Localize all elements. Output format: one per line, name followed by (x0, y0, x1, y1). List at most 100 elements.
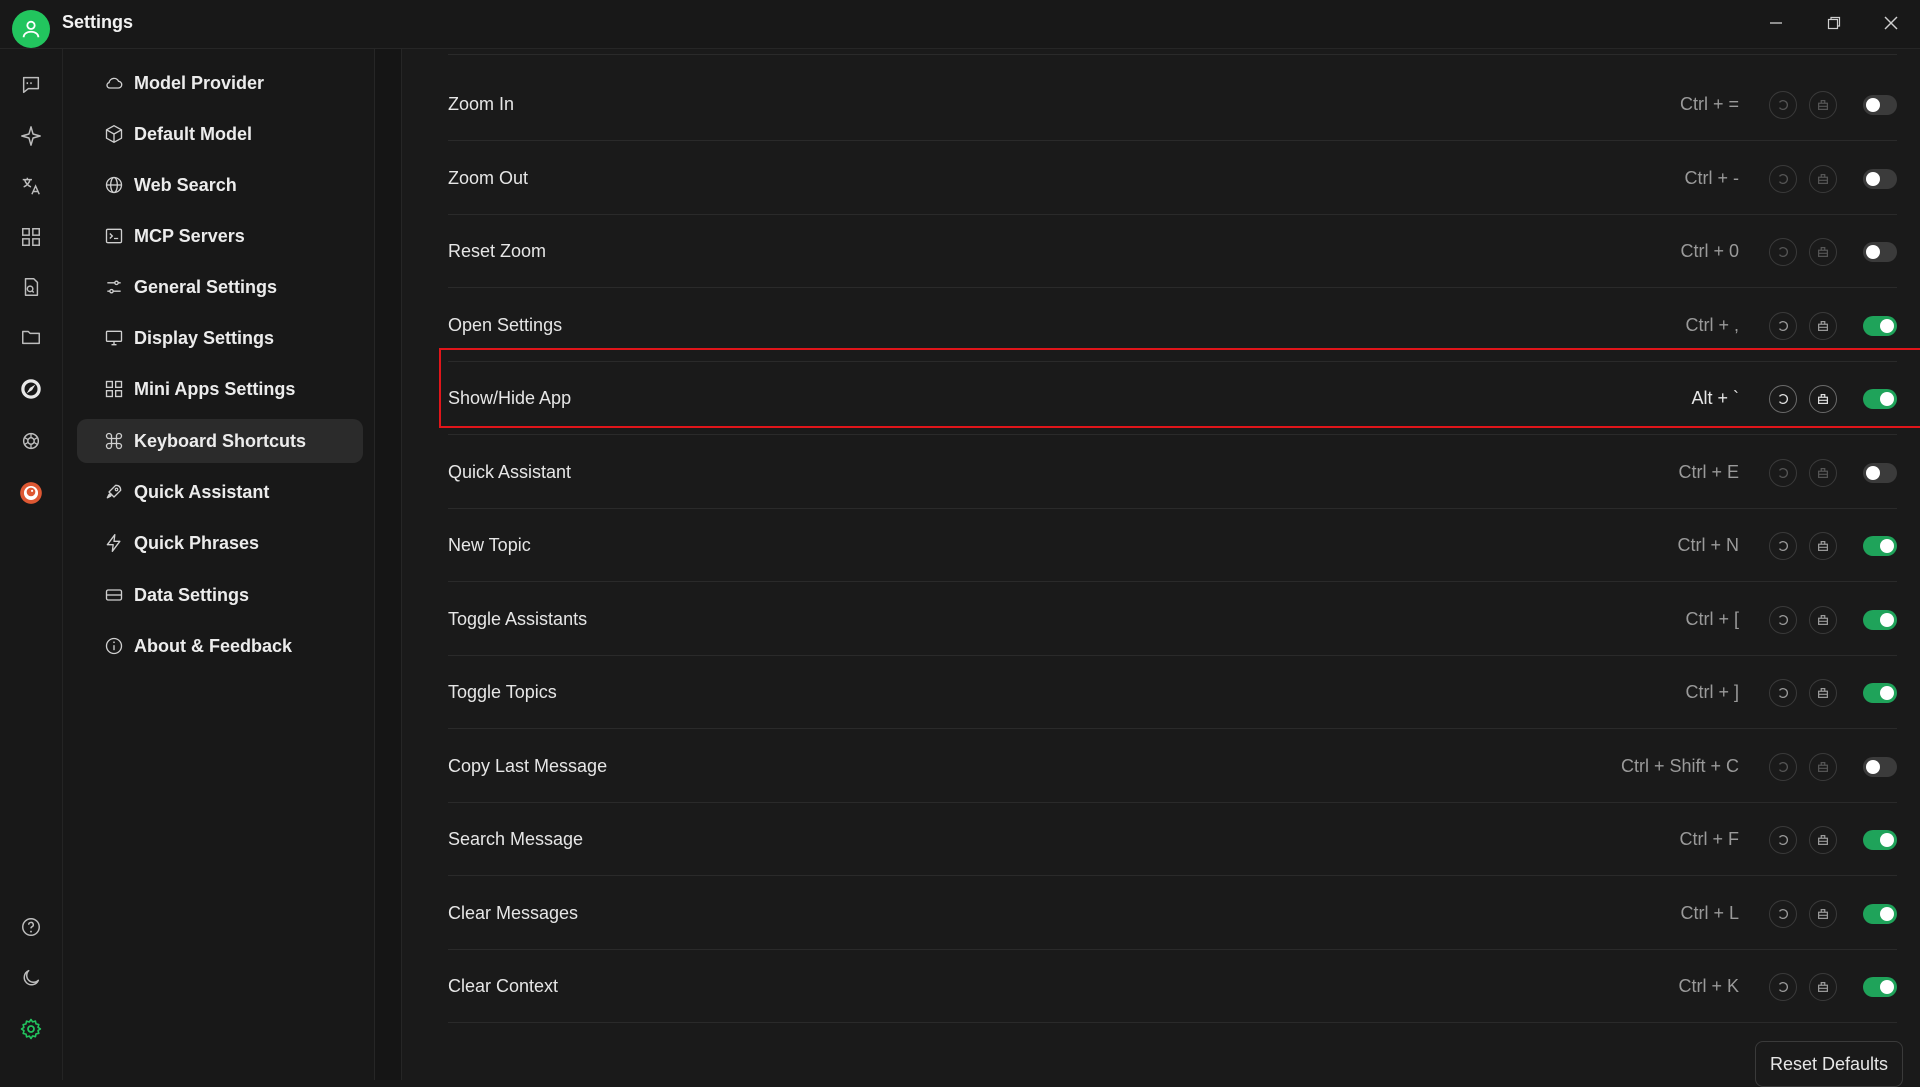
rail-help-button[interactable] (12, 908, 50, 946)
shortcut-enable-toggle[interactable] (1863, 977, 1897, 997)
nav-item-quick-phrases[interactable]: Quick Phrases (77, 521, 363, 565)
reset-shortcut-button[interactable] (1769, 164, 1797, 193)
shortcut-keys[interactable]: Ctrl + N (1677, 509, 1739, 582)
nav-item-label: General Settings (134, 276, 278, 297)
rail-files-button[interactable] (12, 318, 50, 356)
shortcut-enable-toggle[interactable] (1863, 903, 1897, 924)
rail-agents-button[interactable] (12, 117, 50, 155)
nav-item-keyboard-shortcuts[interactable]: Keyboard Shortcuts (77, 419, 363, 463)
user-avatar[interactable] (12, 10, 50, 48)
shortcut-enable-toggle[interactable] (1863, 830, 1897, 850)
shortcut-keys[interactable]: Ctrl + F (1679, 803, 1739, 876)
reset-defaults-button[interactable]: Reset Defaults (1755, 1041, 1903, 1087)
undo-icon (1778, 982, 1788, 992)
reset-shortcut-button[interactable] (1769, 973, 1797, 1001)
clear-shortcut-button[interactable] (1809, 91, 1837, 119)
folder-icon (22, 330, 40, 345)
nav-item-general-settings[interactable]: General Settings (77, 265, 363, 309)
clear-shortcut-button[interactable] (1809, 164, 1837, 193)
shortcut-keys[interactable]: Ctrl + ] (1685, 656, 1739, 729)
rail-settings-button[interactable] (12, 1010, 50, 1048)
nav-item-mini-apps-settings[interactable]: Mini Apps Settings (77, 367, 363, 411)
nav-item-data-settings[interactable]: Data Settings (77, 573, 363, 617)
shortcut-keys[interactable]: Ctrl + - (1684, 142, 1739, 215)
reset-shortcut-button[interactable] (1769, 899, 1797, 928)
shortcut-row: Clear Context Ctrl + K (448, 950, 1897, 1023)
nav-item-mcp-servers[interactable]: MCP Servers (77, 214, 363, 258)
nav-item-quick-assistant[interactable]: Quick Assistant (77, 470, 363, 514)
shortcut-enable-toggle[interactable] (1863, 536, 1897, 556)
shortcut-row: Toggle Assistants Ctrl + [ (448, 583, 1897, 656)
clear-shortcut-button[interactable] (1809, 311, 1837, 340)
clear-shortcut-button[interactable] (1809, 532, 1837, 560)
clear-shortcut-button[interactable] (1809, 973, 1837, 1001)
shortcut-enable-toggle[interactable] (1863, 95, 1897, 115)
nav-item-label: Display Settings (134, 327, 275, 348)
duck-icon (20, 482, 42, 504)
nav-item-display-settings[interactable]: Display Settings (77, 316, 363, 360)
user-icon (22, 20, 40, 38)
settings-content: Zoom In Ctrl + = Zoom Out Ctrl + - Reset Zoo… (375, 49, 1920, 1087)
shortcut-keys[interactable]: Ctrl + 0 (1680, 215, 1739, 288)
shortcut-keys[interactable]: Ctrl + = (1680, 68, 1739, 141)
grid-icon (22, 228, 40, 246)
clear-shortcut-button[interactable] (1809, 238, 1837, 266)
sparkle-icon (21, 126, 41, 146)
rail-duckduckgo-button[interactable] (12, 474, 50, 512)
undo-icon (1778, 688, 1788, 698)
theme-toggle-button[interactable] (12, 959, 50, 997)
shortcut-enable-toggle[interactable] (1863, 168, 1897, 189)
rail-knowledge-button[interactable] (12, 268, 50, 306)
shortcut-keys[interactable]: Ctrl + L (1680, 877, 1739, 950)
nav-item-label: Mini Apps Settings (134, 378, 296, 399)
clear-shortcut-button[interactable] (1809, 899, 1837, 928)
shortcut-keys[interactable]: Ctrl + K (1678, 950, 1739, 1023)
clear-shortcut-button[interactable] (1809, 605, 1837, 634)
rail-mini-apps-button[interactable] (12, 218, 50, 256)
shortcut-keys[interactable]: Ctrl + [ (1685, 583, 1739, 656)
reset-shortcut-button[interactable] (1769, 91, 1797, 119)
info-icon (103, 635, 125, 657)
clear-shortcut-button[interactable] (1809, 679, 1837, 707)
clear-shortcut-button[interactable] (1809, 458, 1837, 487)
rail-chat-button[interactable] (12, 66, 50, 104)
reset-shortcut-button[interactable] (1769, 605, 1797, 634)
shortcut-label: Zoom In (448, 94, 515, 114)
eraser-icon (1818, 908, 1828, 919)
shortcut-row: Toggle Topics Ctrl + ] (448, 656, 1897, 729)
nav-item-model-provider[interactable]: Model Provider (77, 61, 363, 105)
shortcut-keys[interactable]: Ctrl + E (1678, 436, 1739, 509)
shortcut-enable-toggle[interactable] (1863, 315, 1897, 336)
shortcut-enable-toggle[interactable] (1863, 683, 1897, 703)
rail-translate-button[interactable] (12, 167, 50, 205)
minimize-button[interactable] (1752, 6, 1800, 40)
reset-shortcut-button[interactable] (1769, 752, 1797, 781)
rail-openai-button[interactable] (12, 422, 50, 460)
undo-icon (1778, 467, 1788, 478)
shortcut-enable-toggle[interactable] (1863, 462, 1897, 483)
shortcut-enable-toggle[interactable] (1863, 242, 1897, 262)
reset-shortcut-button[interactable] (1769, 458, 1797, 487)
reset-shortcut-button[interactable] (1769, 679, 1797, 707)
compass-app-icon (21, 379, 41, 399)
rail-app-button[interactable] (12, 370, 50, 408)
reset-shortcut-button[interactable] (1769, 238, 1797, 266)
undo-icon (1778, 835, 1788, 845)
clear-shortcut-button[interactable] (1809, 826, 1837, 854)
reset-shortcut-button[interactable] (1769, 532, 1797, 560)
shortcut-enable-toggle[interactable] (1863, 609, 1897, 630)
restore-icon (1827, 16, 1841, 30)
shortcut-row: Reset Zoom Ctrl + 0 (448, 215, 1897, 288)
terminal-icon (103, 225, 125, 247)
nav-item-default-model[interactable]: Default Model (77, 112, 363, 156)
nav-item-about-feedback[interactable]: About & Feedback (77, 624, 363, 668)
clear-shortcut-button[interactable] (1809, 752, 1837, 781)
reset-shortcut-button[interactable] (1769, 826, 1797, 854)
nav-item-web-search[interactable]: Web Search (77, 163, 363, 207)
reset-shortcut-button[interactable] (1769, 311, 1797, 340)
nav-item-label: Quick Phrases (134, 532, 260, 553)
shortcut-enable-toggle[interactable] (1863, 756, 1897, 777)
close-button[interactable] (1867, 6, 1915, 40)
maximize-button[interactable] (1810, 6, 1858, 40)
shortcut-keys[interactable]: Ctrl + Shift + C (1621, 730, 1739, 803)
